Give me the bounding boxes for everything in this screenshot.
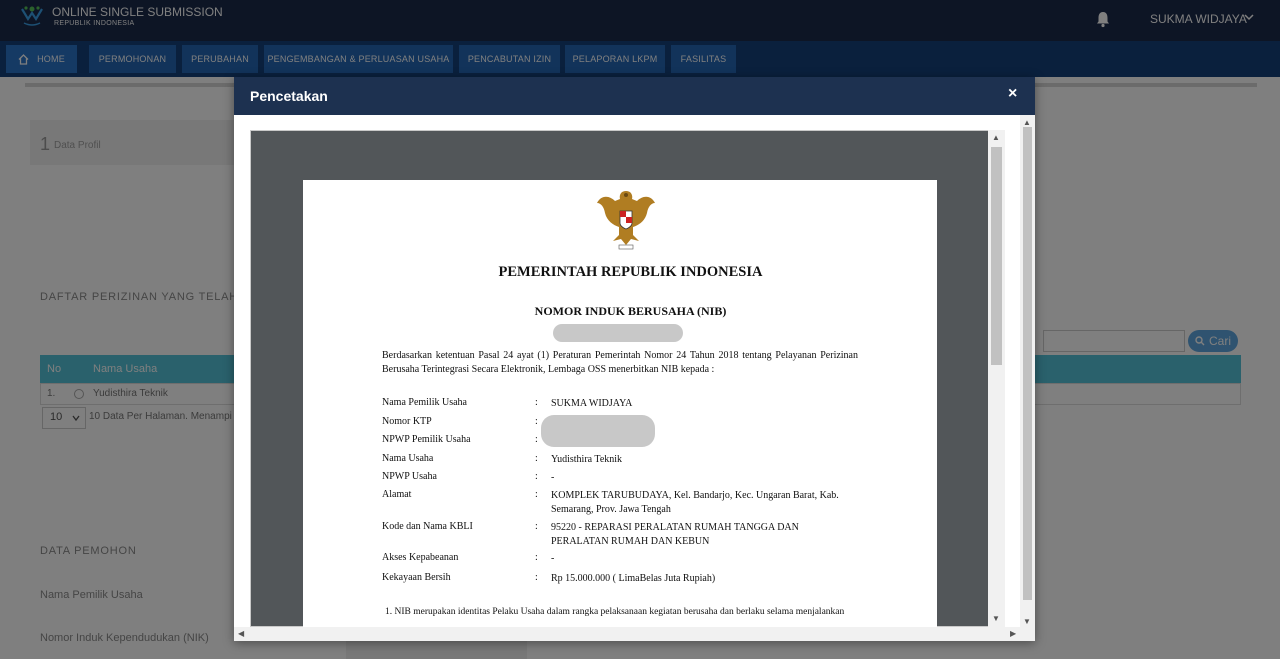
field-value-owner: SUKMA WIDJAYA	[551, 398, 633, 409]
pdf-scrollbar-thumb[interactable]	[991, 147, 1002, 365]
colon: :	[535, 434, 538, 445]
document-heading: PEMERINTAH REPUBLIK INDONESIA	[498, 264, 763, 280]
colon: :	[535, 552, 538, 563]
modal-header: Pencetakan ×	[234, 77, 1035, 115]
colon: :	[535, 489, 538, 500]
print-modal: Pencetakan × PEMERINTAH REPUBLIK INDONES…	[234, 77, 1035, 641]
garuda-emblem-icon	[597, 191, 655, 250]
field-label-business-name: Nama Usaha	[382, 453, 434, 464]
colon: :	[535, 397, 538, 408]
document-subheading: NOMOR INDUK BERUSAHA (NIB)	[534, 304, 727, 318]
colon: :	[535, 471, 538, 482]
scroll-up-icon[interactable]: ▲	[1023, 118, 1031, 127]
field-label-customs: Akses Kepabeanan	[382, 552, 459, 563]
document-note: 1. NIB merupakan identitas Pelaku Usaha …	[385, 607, 845, 617]
field-value-npwp-business: -	[551, 472, 555, 483]
modal-scrollbar-thumb[interactable]	[1023, 127, 1032, 600]
modal-horizontal-scrollbar[interactable]	[234, 627, 1035, 641]
colon: :	[535, 572, 538, 583]
field-value-business-name: Yudisthira Teknik	[551, 454, 623, 465]
redacted-ktp-npwp	[541, 415, 655, 447]
field-value-kbli: 95220 - REPARASI PERALATAN RUMAH TANGGA …	[551, 522, 799, 547]
scroll-down-icon[interactable]: ▼	[1023, 617, 1031, 626]
close-icon[interactable]: ×	[1008, 85, 1017, 103]
field-label-address: Alamat	[382, 489, 412, 500]
scroll-up-icon[interactable]: ▲	[992, 133, 1000, 142]
field-label-npwp-owner: NPWP Pemilik Usaha	[382, 434, 471, 445]
colon: :	[535, 521, 538, 532]
colon: :	[535, 453, 538, 464]
scroll-down-icon[interactable]: ▼	[992, 614, 1000, 623]
scroll-left-icon[interactable]: ◀	[238, 629, 244, 638]
field-value-customs: -	[551, 553, 555, 564]
field-label-ktp: Nomor KTP	[382, 416, 432, 427]
field-label-net-worth: Kekayaan Bersih	[382, 572, 451, 583]
redacted-nib	[553, 324, 683, 342]
colon: :	[535, 416, 538, 427]
field-label-owner: Nama Pemilik Usaha	[382, 397, 467, 408]
field-value-net-worth: Rp 15.000.000 ( LimaBelas Juta Rupiah)	[551, 573, 716, 584]
field-value-address: KOMPLEK TARUBUDAYA, Kel. Bandarjo, Kec. …	[551, 490, 839, 515]
field-label-kbli: Kode dan Nama KBLI	[382, 521, 473, 532]
field-label-npwp-business: NPWP Usaha	[382, 471, 437, 482]
nib-document: PEMERINTAH REPUBLIK INDONESIA NOMOR INDU…	[303, 180, 937, 627]
scroll-right-icon[interactable]: ▶	[1010, 629, 1016, 638]
modal-title: Pencetakan	[250, 88, 328, 104]
document-intro: Berdasarkan ketentuan Pasal 24 ayat (1) …	[382, 350, 858, 375]
